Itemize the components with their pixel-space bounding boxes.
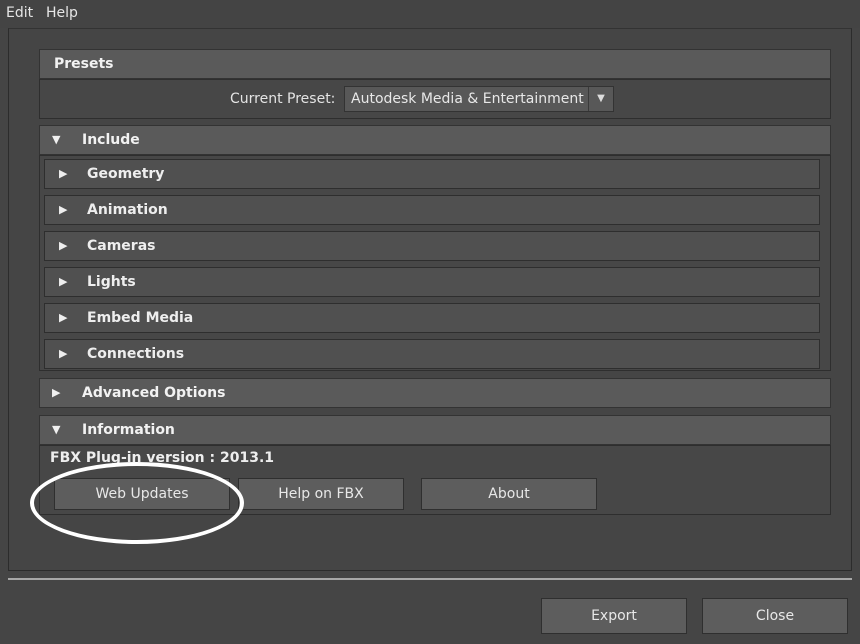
- help-on-fbx-button[interactable]: Help on FBX: [238, 478, 404, 510]
- web-updates-button[interactable]: Web Updates: [54, 478, 230, 510]
- preset-dropdown-value: Autodesk Media & Entertainment: [351, 91, 584, 107]
- include-item-label: Embed Media: [87, 310, 194, 326]
- include-item-lights[interactable]: ▶ Lights: [44, 267, 820, 297]
- include-item-label: Animation: [87, 202, 168, 218]
- plugin-version-text: FBX Plug-in version : 2013.1: [50, 450, 275, 466]
- presets-body: Current Preset: Autodesk Media & Enterta…: [39, 79, 831, 119]
- include-title: Include: [82, 132, 140, 148]
- include-item-label: Cameras: [87, 238, 156, 254]
- presets-header: Presets: [39, 49, 831, 79]
- current-preset-label: Current Preset:: [230, 91, 336, 107]
- triangle-right-icon: ▶: [59, 275, 68, 288]
- menu-bar: Edit Help: [0, 0, 860, 28]
- include-item-animation[interactable]: ▶ Animation: [44, 195, 820, 225]
- menu-help[interactable]: Help: [46, 5, 78, 21]
- include-item-embed-media[interactable]: ▶ Embed Media: [44, 303, 820, 333]
- include-body: ▶ Geometry ▶ Animation ▶ Cameras ▶ Light…: [39, 155, 831, 371]
- menu-edit[interactable]: Edit: [6, 5, 33, 21]
- include-header[interactable]: ▼ Include: [39, 125, 831, 155]
- information-header[interactable]: ▼ Information: [39, 415, 831, 445]
- footer-divider: [8, 578, 852, 580]
- include-item-label: Geometry: [87, 166, 165, 182]
- advanced-options-title: Advanced Options: [82, 385, 226, 401]
- triangle-right-icon: ▶: [59, 311, 68, 324]
- triangle-down-icon: ▼: [52, 423, 61, 436]
- include-item-geometry[interactable]: ▶ Geometry: [44, 159, 820, 189]
- export-button[interactable]: Export: [541, 598, 687, 634]
- about-button[interactable]: About: [421, 478, 597, 510]
- triangle-down-icon: ▼: [52, 133, 61, 146]
- include-item-label: Lights: [87, 274, 136, 290]
- triangle-right-icon: ▶: [59, 167, 68, 180]
- presets-title: Presets: [54, 56, 114, 72]
- information-body: FBX Plug-in version : 2013.1 Web Updates…: [39, 445, 831, 515]
- close-button[interactable]: Close: [702, 598, 848, 634]
- advanced-options-header[interactable]: ▶ Advanced Options: [39, 378, 831, 408]
- include-item-connections[interactable]: ▶ Connections: [44, 339, 820, 369]
- include-item-label: Connections: [87, 346, 185, 362]
- triangle-right-icon: ▶: [52, 386, 61, 399]
- preset-dropdown[interactable]: Autodesk Media & Entertainment ▼: [344, 86, 614, 112]
- information-title: Information: [82, 422, 175, 438]
- triangle-right-icon: ▶: [59, 239, 68, 252]
- triangle-right-icon: ▶: [59, 347, 68, 360]
- export-options-panel: Presets Current Preset: Autodesk Media &…: [8, 28, 852, 571]
- include-item-cameras[interactable]: ▶ Cameras: [44, 231, 820, 261]
- triangle-right-icon: ▶: [59, 203, 68, 216]
- chevron-down-icon[interactable]: ▼: [588, 87, 613, 111]
